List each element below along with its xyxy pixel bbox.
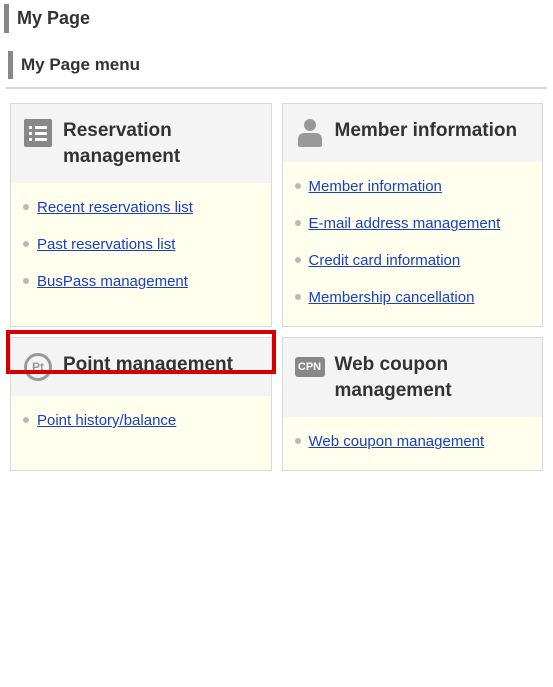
bullet-icon — [295, 257, 301, 263]
card-reservation-management: Reservation management Recent reservatio… — [10, 103, 272, 327]
bullet-icon — [23, 204, 29, 210]
menu-title-bar: My Page menu — [8, 51, 553, 79]
list-item: Past reservations list — [23, 234, 259, 255]
point-icon: Pt — [23, 352, 53, 382]
coupon-icon: CPN — [295, 352, 325, 382]
divider — [6, 87, 547, 89]
card-web-coupon-management: CPN Web coupon management Web coupon man… — [282, 337, 544, 471]
bullet-icon — [23, 241, 29, 247]
list-icon — [23, 118, 53, 148]
card-body: Point history/balance — [11, 396, 271, 470]
link-past-reservations[interactable]: Past reservations list — [37, 234, 175, 255]
card-title: Point management — [63, 352, 233, 378]
list-item: Member information — [295, 176, 531, 197]
card-point-management: Pt Point management Point history/balanc… — [10, 337, 272, 471]
card-body: Member information E-mail address manage… — [283, 162, 543, 326]
menu-title: My Page menu — [21, 55, 553, 75]
list-item: Credit card information — [295, 250, 531, 271]
link-point-history-balance[interactable]: Point history/balance — [37, 410, 176, 431]
card-grid: Reservation management Recent reservatio… — [0, 103, 553, 471]
person-icon — [295, 118, 325, 148]
link-member-information[interactable]: Member information — [309, 176, 442, 197]
card-title: Reservation management — [63, 118, 259, 169]
card-header: Pt Point management — [11, 338, 271, 396]
bullet-icon — [295, 438, 301, 444]
list-item: BusPass management — [23, 271, 259, 292]
card-header: CPN Web coupon management — [283, 338, 543, 417]
link-membership-cancellation[interactable]: Membership cancellation — [309, 287, 475, 308]
card-member-information: Member information Member information E-… — [282, 103, 544, 327]
card-header: Reservation management — [11, 104, 271, 183]
card-title: Member information — [335, 118, 518, 144]
link-web-coupon-management[interactable]: Web coupon management — [309, 431, 485, 452]
bullet-icon — [295, 220, 301, 226]
card-header: Member information — [283, 104, 543, 162]
link-email-address-management[interactable]: E-mail address management — [309, 213, 501, 234]
bullet-icon — [23, 278, 29, 284]
list-item: Point history/balance — [23, 410, 259, 431]
bullet-icon — [23, 417, 29, 423]
list-item: Membership cancellation — [295, 287, 531, 308]
card-body: Recent reservations list Past reservatio… — [11, 183, 271, 326]
bullet-icon — [295, 294, 301, 300]
bullet-icon — [295, 183, 301, 189]
list-item: Web coupon management — [295, 431, 531, 452]
list-item: E-mail address management — [295, 213, 531, 234]
link-buspass-management[interactable]: BusPass management — [37, 271, 188, 292]
page-title: My Page — [17, 8, 553, 29]
page-title-bar: My Page — [4, 4, 553, 33]
link-credit-card-information[interactable]: Credit card information — [309, 250, 461, 271]
card-title: Web coupon management — [335, 352, 531, 403]
link-recent-reservations[interactable]: Recent reservations list — [37, 197, 193, 218]
list-item: Recent reservations list — [23, 197, 259, 218]
page-root: My Page My Page menu Reservation managem… — [0, 4, 553, 471]
card-body: Web coupon management — [283, 417, 543, 470]
